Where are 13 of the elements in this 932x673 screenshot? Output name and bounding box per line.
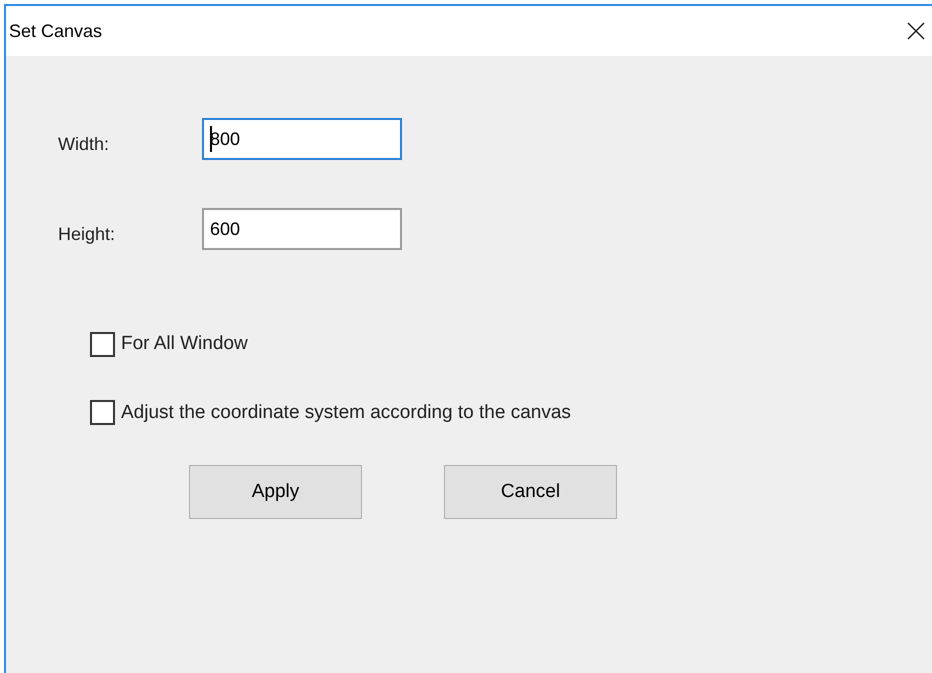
checkbox-label: For All Window: [121, 332, 248, 356]
dialog-button[interactable]: Cancel: [444, 465, 617, 519]
window-title: Set Canvas: [9, 20, 102, 42]
field-label: Height:: [58, 222, 116, 246]
text-cursor: [210, 126, 212, 152]
checkbox[interactable]: [90, 332, 115, 357]
text-field[interactable]: 800: [202, 118, 402, 160]
text-field[interactable]: 600: [202, 208, 402, 250]
field-label: Width:: [58, 132, 110, 156]
checkbox[interactable]: [90, 400, 115, 426]
dialog-button[interactable]: Apply: [189, 465, 362, 519]
close-icon[interactable]: [906, 21, 926, 41]
checkbox-label: Adjust the coordinate system according to the canvas: [121, 400, 571, 424]
